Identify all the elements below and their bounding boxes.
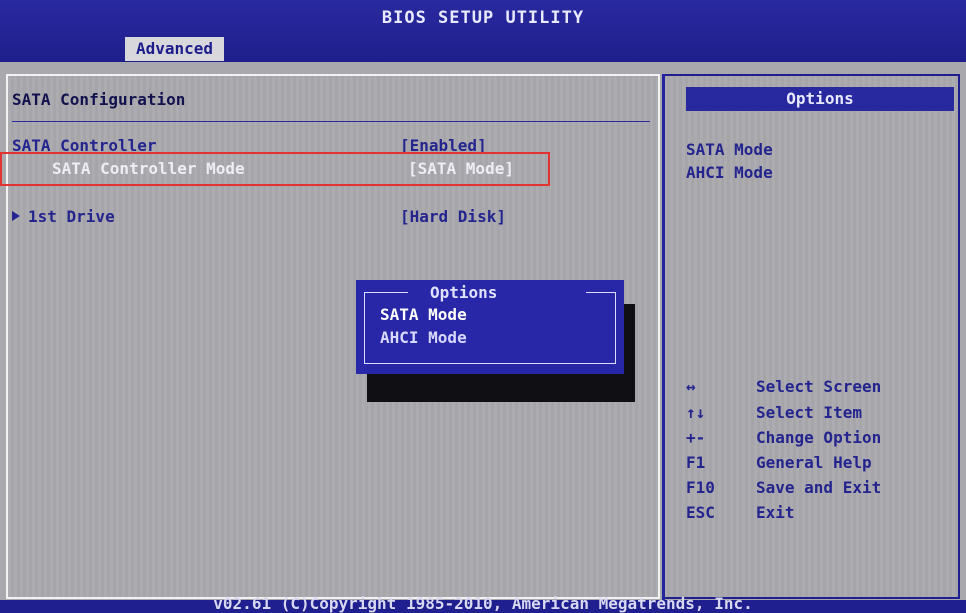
popup-frame-top-right [586, 292, 616, 293]
bios-title: BIOS SETUP UTILITY [381, 8, 585, 28]
help-select-item: Select Item [756, 403, 862, 422]
help-select-screen: Select Screen [756, 377, 882, 396]
submenu-arrow-icon [12, 211, 20, 221]
copyright-text: v02.61 (C)Copyright 1985-2010, American … [213, 594, 753, 613]
help-change-option: Change Option [756, 428, 882, 447]
panel-divider [662, 74, 665, 601]
popup-option-ahci-mode[interactable]: AHCI Mode [380, 328, 467, 347]
1st-drive-value[interactable]: [Hard Disk] [400, 207, 506, 226]
side-option-sata-mode: SATA Mode [686, 140, 773, 159]
red-highlight-box [0, 152, 550, 186]
options-header: Options [686, 87, 954, 111]
key-esc: ESC [686, 503, 715, 522]
help-general-help: General Help [756, 453, 872, 472]
popup-title: Options [430, 283, 498, 302]
help-save-and-exit: Save and Exit [756, 478, 882, 497]
popup-frame-top-left [364, 292, 408, 293]
1st-drive-item[interactable]: 1st Drive [12, 207, 115, 226]
plus-minus-icon: +- [686, 428, 706, 447]
side-option-ahci-mode: AHCI Mode [686, 163, 773, 182]
key-f1: F1 [686, 453, 706, 472]
left-right-arrows-icon: ↔ [686, 377, 696, 396]
help-exit: Exit [756, 503, 795, 522]
popup-option-sata-mode[interactable]: SATA Mode [380, 305, 467, 324]
section-underline [12, 121, 650, 122]
tab-advanced[interactable]: Advanced [125, 37, 224, 61]
key-f10: F10 [686, 478, 715, 497]
1st-drive-label: 1st Drive [28, 207, 115, 226]
up-down-arrows-icon: ↑↓ [686, 403, 706, 422]
section-title: SATA Configuration [12, 90, 186, 109]
